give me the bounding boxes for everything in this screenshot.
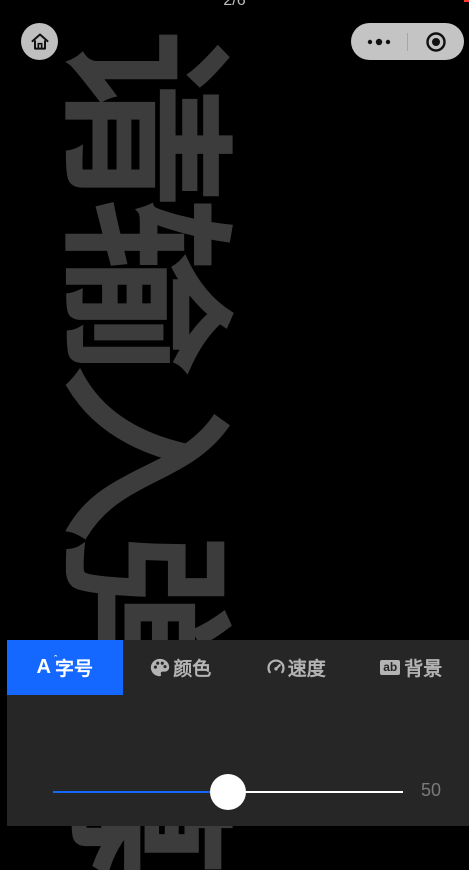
more-dots-icon: [366, 38, 392, 46]
speedometer-icon: [266, 658, 286, 678]
slider-thumb[interactable]: [210, 774, 246, 810]
tab-background-label: 背景: [404, 654, 442, 681]
close-button[interactable]: [408, 23, 464, 60]
tab-font-size-label: 字号: [55, 654, 93, 681]
settings-panel: Aˆ 字号 颜色 速: [7, 640, 469, 826]
font-size-slider[interactable]: [53, 791, 403, 793]
palette-icon: [149, 657, 171, 679]
tab-color[interactable]: 颜色: [123, 640, 239, 695]
mini-program-capsule: [351, 23, 464, 60]
tab-color-label: 颜色: [173, 654, 211, 681]
tab-speed-label: 速度: [288, 654, 326, 681]
page-counter: 2/6: [0, 0, 469, 10]
font-size-slider-row: 50: [7, 770, 469, 814]
background-icon: ab: [380, 660, 400, 675]
tab-background[interactable]: ab 背景: [354, 640, 469, 695]
font-size-icon: Aˆ: [37, 656, 51, 679]
edge-marker: [464, 0, 469, 2]
slider-value: 50: [421, 780, 441, 801]
target-circle-icon: [425, 31, 447, 53]
tab-font-size[interactable]: Aˆ 字号: [7, 640, 123, 695]
more-button[interactable]: [351, 23, 407, 60]
settings-tabs: Aˆ 字号 颜色 速: [7, 640, 469, 695]
tab-speed[interactable]: 速度: [238, 640, 354, 695]
slider-fill: [53, 791, 228, 793]
